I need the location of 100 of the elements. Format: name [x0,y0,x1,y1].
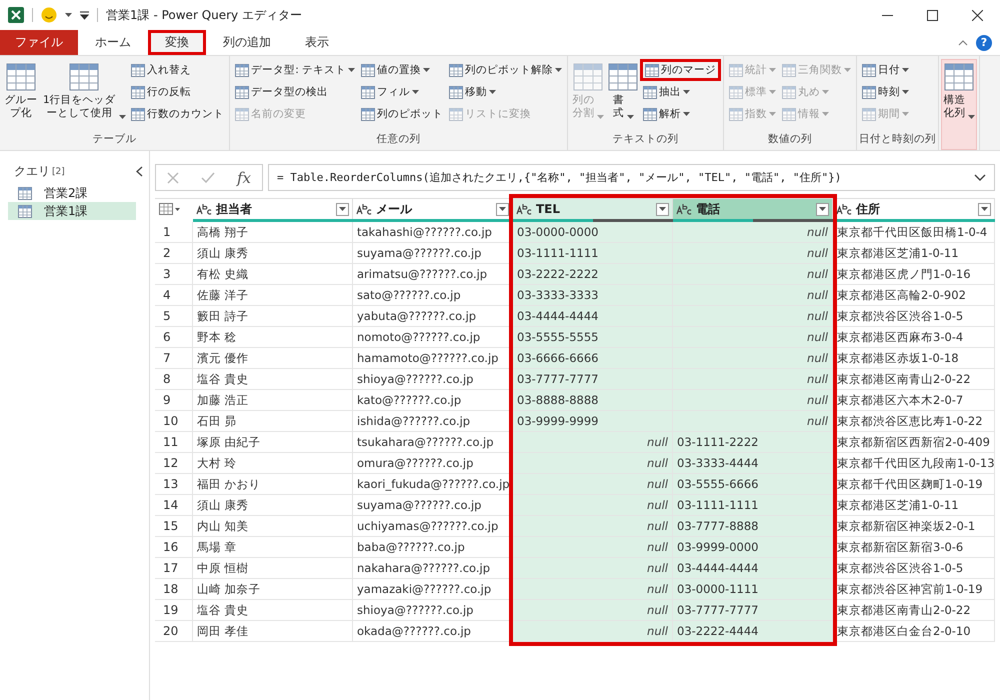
collapse-icon[interactable] [136,166,143,177]
table-icon [782,64,796,76]
help-button[interactable]: ? [976,34,992,50]
table-cell: 東京都新宿区新宿3-0-6 [833,537,995,558]
window-title: 営業1課 - Power Query エディター [106,6,302,24]
collapse-icon[interactable] [958,40,968,46]
table-cell: 03-3333-4444 [673,453,833,474]
caret-icon [423,68,430,72]
check-icon[interactable] [200,172,215,183]
close-icon[interactable] [972,10,983,20]
table-cell: 03-1111-1111 [673,495,833,516]
table-cell: null [513,558,673,579]
ribbon-button[interactable]: データ型の検出 [232,81,358,103]
table-cell: null [673,327,833,348]
ribbon-button[interactable]: 列のマージ [640,59,722,81]
column-header[interactable]: 担当者 [193,198,353,219]
row-number: 2 [155,243,193,264]
table-icon [361,64,376,76]
table-cell: 03-9999-9999 [513,411,673,432]
table-cell: null [513,600,673,621]
ribbon-button[interactable]: 値の置換 [358,59,446,81]
table-cell: 須山 康秀 [193,243,353,264]
caret-icon [769,112,776,116]
table-cell: 塩谷 貴史 [193,600,353,621]
ribbon-button[interactable]: 抽出 [640,81,722,103]
row-number: 16 [155,537,193,558]
table-icon [645,64,660,76]
ribbon-button[interactable]: 構造化列 [941,59,978,150]
ribbon-button[interactable]: グループ化 [2,59,40,129]
ribbon-button[interactable]: 移動 [446,81,566,103]
column-header[interactable]: TEL [513,198,673,219]
ribbon-button[interactable]: データ型: テキスト [232,59,358,81]
caret-icon [339,207,346,211]
row-number: 7 [155,348,193,369]
ribbon-button[interactable]: 行数のカウント [128,103,228,125]
function-button[interactable]: fx [236,168,251,186]
query-item[interactable]: 営業1課 [8,202,136,220]
ribbon-tab[interactable]: ファイル [0,30,78,55]
ribbon-tab[interactable]: 列の追加 [206,30,288,55]
ribbon-button[interactable]: 入れ替え [128,59,228,81]
table-cell: 塚原 由紀子 [193,432,353,453]
ribbon-button[interactable]: 書式 [606,59,640,129]
group-label: 任意の列 [376,132,422,147]
table-cell: 03-3333-3333 [513,285,673,306]
filter-dropdown[interactable] [496,202,509,216]
table-cell: 03-5555-5555 [513,327,673,348]
filter-dropdown[interactable] [336,202,349,216]
caret-icon [822,112,830,116]
table-icon [18,204,32,218]
customize-icon[interactable] [80,10,89,20]
ribbon-button[interactable]: フィル [358,81,446,103]
panel-title: クエリ [14,163,50,180]
filter-dropdown[interactable] [978,202,991,216]
table-cell: 佐藤 洋子 [193,285,353,306]
caret-icon [902,112,910,116]
filter-dropdown[interactable] [816,202,829,216]
table-icon [449,64,464,76]
caret-icon [348,68,356,72]
maximize-icon[interactable] [927,10,938,20]
table-icon [449,108,464,120]
table-cell: 03-7777-7777 [673,600,833,621]
ribbon-button[interactable]: 行の反転 [128,81,228,103]
table-cell: 東京都千代田区麹町1-0-19 [833,474,995,495]
ribbon-tab[interactable]: 変換 [148,30,206,55]
ribbon-button[interactable]: 解析 [640,103,722,125]
table-icon [862,108,876,120]
caret-icon [412,90,420,94]
caret-icon [499,207,506,211]
chevron-icon[interactable] [974,174,986,181]
group-label: テーブル [92,132,138,147]
table-cell: 内山 知美 [193,516,353,537]
table-cell: 岡田 孝佳 [193,621,353,642]
column-header[interactable]: 電話 [673,198,833,219]
table-cell: 東京都渋谷区恵比寿1-0-22 [833,411,995,432]
caret-icon [902,90,910,94]
table-cell: 東京都港区西麻布3-0-4 [833,327,995,348]
filter-dropdown[interactable] [656,202,669,216]
table-cell: null [673,222,833,243]
formula-field[interactable]: = Table.ReorderColumns(追加されたクエリ,{"名称", "担当者", "メール", "TEL", "電話", "住所"}) [268,164,995,191]
table-cell: 03-8888-8888 [513,390,673,411]
table-cell: 東京都港区虎ノ門1-0-16 [833,264,995,285]
table-cell: null [513,495,673,516]
table-icon [782,108,796,120]
table-cell: 東京都港区白金台2-0-10 [833,621,995,642]
table-icon [862,86,876,98]
ribbon-button[interactable]: 日付 [859,59,912,81]
table-cell: null [673,306,833,327]
table-cell: 東京都港区南青山2-0-22 [833,600,995,621]
ribbon-button[interactable]: 列のピボット解除 [446,59,566,81]
query-item[interactable]: 営業2課 [8,184,136,202]
table-icon [18,186,32,200]
ribbon-tab[interactable]: ホーム [78,30,148,55]
table-menu-icon[interactable] [159,203,181,215]
ribbon-button[interactable]: 列のピボット [358,103,446,125]
ribbon-button[interactable]: 1行目をヘッダーとして使用 [40,59,128,129]
smiley-icon[interactable] [41,7,57,23]
ribbon-button[interactable]: 時刻 [859,81,912,103]
row-number: 13 [155,474,193,495]
ribbon-tab[interactable]: 表示 [288,30,346,55]
table-cell: 03-4444-4444 [513,306,673,327]
